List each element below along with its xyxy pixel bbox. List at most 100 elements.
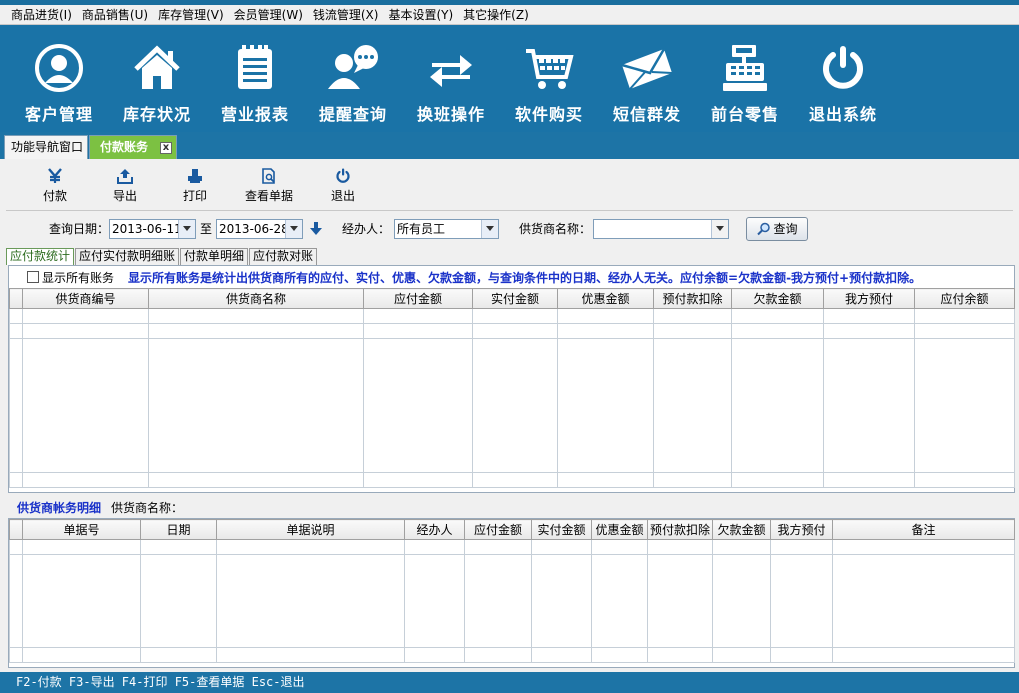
close-icon[interactable]: x (160, 142, 172, 154)
tab-payment-accounts[interactable]: 付款账务 x (89, 135, 177, 159)
menu-other[interactable]: 其它操作(Z) (458, 5, 534, 25)
report-icon (228, 41, 282, 95)
exit-system-label: 退出系统 (808, 105, 877, 124)
power-icon (816, 41, 870, 95)
table-footer-row (9, 472, 1015, 488)
col-handler[interactable]: 经办人 (404, 519, 465, 540)
col-paid-amount[interactable]: 实付金额 (531, 519, 592, 540)
date-to-label: 至 (200, 222, 213, 236)
col-date[interactable]: 日期 (140, 519, 217, 540)
tab-payment-slip-detail[interactable]: 付款单明细 (180, 248, 249, 265)
reminder-chat-icon (326, 41, 380, 95)
print-label: 打印 (182, 189, 207, 203)
detail-header: 供货商帐务明细 供货商名称： (8, 496, 1015, 518)
table-row (9, 338, 1015, 473)
col-remarks[interactable]: 备注 (832, 519, 1015, 540)
print-icon (186, 167, 204, 185)
pay-button[interactable]: 付款 (20, 159, 90, 207)
reminder-query-button[interactable]: 提醒查询 (304, 25, 402, 132)
reminder-query-label: 提醒查询 (318, 105, 387, 124)
chevron-down-icon[interactable] (178, 219, 196, 238)
sms-broadcast-button[interactable]: 短信群发 (598, 25, 696, 132)
view-document-label: 查看单据 (244, 189, 293, 203)
menu-sales[interactable]: 商品销售(U) (77, 5, 153, 25)
arrow-down-icon[interactable] (310, 221, 323, 237)
show-all-checkbox[interactable] (27, 271, 39, 283)
col-owed-amount[interactable]: 欠款金额 (712, 519, 771, 540)
date-label: 查询日期： (49, 222, 110, 236)
export-icon (116, 167, 134, 185)
main-panel: 付款 导出 打印 查看单据 退出 查询日期： 2013-06-11 至 2013… (0, 159, 1019, 672)
user-circle-icon (32, 41, 86, 95)
cart-icon (522, 41, 576, 95)
inventory-status-button[interactable]: 库存状况 (108, 25, 206, 132)
col-discount-amount[interactable]: 优惠金额 (591, 519, 648, 540)
col-paid-amount[interactable]: 实付金额 (472, 288, 558, 309)
summary-note-bar: 显示所有账务 显示所有账务是统计出供货商所有的应付、实付、优惠、欠款金额，与查询… (9, 266, 1014, 288)
menu-settings[interactable]: 基本设置(Y) (383, 5, 458, 25)
business-report-button[interactable]: 营业报表 (206, 25, 304, 132)
date-to-picker[interactable]: 2013-06-28 (216, 218, 304, 239)
detail-title: 供货商帐务明细 (17, 500, 102, 515)
col-our-prepay[interactable]: 我方预付 (823, 288, 915, 309)
col-discount-amount[interactable]: 优惠金额 (557, 288, 654, 309)
date-from-value: 2013-06-11 (112, 221, 182, 236)
table-row (9, 554, 1015, 648)
col-our-prepay[interactable]: 我方预付 (770, 519, 833, 540)
menu-inventory[interactable]: 库存管理(V) (153, 5, 229, 25)
col-supplier-code[interactable]: 供货商编号 (22, 288, 149, 309)
col-prepay-deduction[interactable]: 预付款扣除 (647, 519, 713, 540)
col-payable-amount[interactable]: 应付金额 (464, 519, 532, 540)
supplier-input[interactable] (593, 218, 730, 239)
chevron-right-icon[interactable] (711, 219, 729, 238)
envelope-icon (620, 41, 674, 95)
col-payable-amount[interactable]: 应付金额 (363, 288, 473, 309)
chevron-down-icon[interactable] (285, 219, 303, 238)
exit-system-button[interactable]: 退出系统 (794, 25, 892, 132)
tab-payable-paid-detail[interactable]: 应付实付款明细账 (75, 248, 180, 265)
table-row[interactable] (9, 323, 1015, 339)
business-report-label: 营业报表 (220, 105, 289, 124)
view-document-button[interactable]: 查看单据 (230, 159, 308, 207)
search-button[interactable]: 查询 (746, 216, 809, 241)
handler-select[interactable]: 所有员工 (394, 218, 500, 239)
detail-grid: 单据号 日期 单据说明 经办人 应付金额 实付金额 优惠金额 预付款扣除 欠款金… (9, 519, 1015, 663)
tab-payable-statistics[interactable]: 应付款统计 (6, 248, 75, 265)
date-to-value: 2013-06-28 (219, 221, 289, 236)
menu-cashflow[interactable]: 钱流管理(X) (308, 5, 384, 25)
pay-label: 付款 (42, 189, 67, 203)
shift-change-button[interactable]: 换班操作 (402, 25, 500, 132)
sub-tab-strip: 应付款统计 应付实付款明细账 付款单明细 应付款对账 (6, 248, 318, 265)
col-prepay-deduction[interactable]: 预付款扣除 (653, 288, 732, 309)
power-icon (334, 167, 352, 185)
front-retail-button[interactable]: 前台零售 (696, 25, 794, 132)
toolbar: 付款 导出 打印 查看单据 退出 (0, 159, 1019, 207)
shift-change-label: 换班操作 (416, 105, 485, 124)
table-row[interactable] (9, 308, 1015, 324)
handler-label: 经办人： (342, 222, 391, 236)
date-from-picker[interactable]: 2013-06-11 (109, 218, 197, 239)
status-bar: F2-付款 F3-导出 F4-打印 F5-查看单据 Esc-退出 (0, 672, 1019, 693)
tab-function-navigation[interactable]: 功能导航窗口 (4, 135, 88, 159)
print-button[interactable]: 打印 (160, 159, 230, 207)
col-supplier-name[interactable]: 供货商名称 (148, 288, 364, 309)
col-payable-balance[interactable]: 应付余额 (914, 288, 1015, 309)
col-document-no[interactable]: 单据号 (22, 519, 141, 540)
exit-button[interactable]: 退出 (308, 159, 378, 207)
menu-purchase[interactable]: 商品进货(I) (6, 5, 77, 25)
customer-management-button[interactable]: 客户管理 (10, 25, 108, 132)
col-owed-amount[interactable]: 欠款金额 (731, 288, 824, 309)
table-row[interactable] (9, 539, 1015, 555)
menu-members[interactable]: 会员管理(W) (229, 5, 308, 25)
export-button[interactable]: 导出 (90, 159, 160, 207)
tab-payable-reconciliation[interactable]: 应付款对账 (249, 248, 318, 265)
show-all-label: 显示所有账务 (42, 270, 115, 285)
handler-value: 所有员工 (397, 222, 446, 236)
window-tab-strip: 功能导航窗口 付款账务 x (0, 132, 1019, 159)
chevron-down-icon[interactable] (481, 219, 499, 238)
col-document-desc[interactable]: 单据说明 (216, 519, 405, 540)
software-purchase-button[interactable]: 软件购买 (500, 25, 598, 132)
sms-broadcast-label: 短信群发 (612, 105, 681, 124)
front-retail-label: 前台零售 (710, 105, 779, 124)
inventory-status-label: 库存状况 (122, 105, 191, 124)
